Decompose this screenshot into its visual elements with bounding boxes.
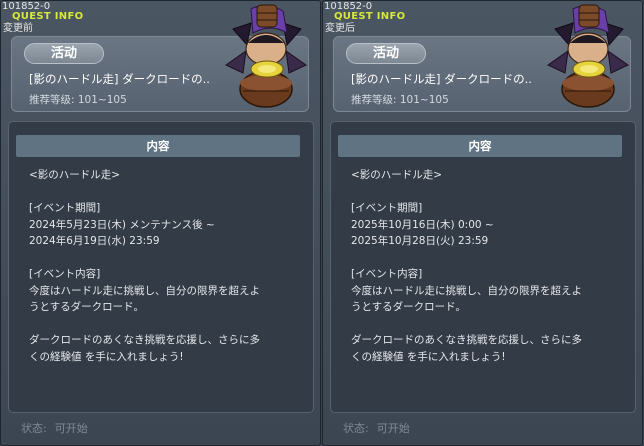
content-body: <影のハードル走> [イベント期間] 2025年10月16日(木) 0:00 ~… — [351, 167, 621, 365]
content-line — [351, 184, 621, 201]
content-line: 2024年5月23日(木) メンテナンス後 ~ — [29, 218, 215, 231]
content-line — [351, 316, 621, 333]
content-line: 今度はハードル走に挑戦し、自分の限界を超えよ — [29, 284, 260, 297]
content-line: <影のハードル走> — [351, 169, 443, 181]
quest-title: [影のハードル走] ダークロードの.. — [351, 72, 532, 86]
content-line: うとするダークロード。 — [351, 301, 466, 313]
content-line: ダークロードのあくなき挑戦を応援し、さらに多 — [351, 334, 582, 346]
quest-content-box: 内容 <影のハードル走> [イベント期間] 2025年10月16日(木) 0:0… — [330, 121, 636, 413]
content-line — [29, 250, 299, 267]
content-line: 今度はハードル走に挑戦し、自分の限界を超えよ — [351, 284, 582, 297]
state-label: 変更后 — [325, 23, 355, 34]
content-line — [351, 250, 621, 267]
quest-info-header: QUEST INFO — [334, 11, 406, 22]
recommended-level: 推荐等级: 101~105 — [351, 94, 449, 106]
content-line: 2025年10月16日(木) 0:00 ~ — [351, 218, 494, 231]
content-line — [29, 184, 299, 201]
content-header: 内容 — [16, 135, 300, 157]
status-value: 可开始 — [54, 422, 88, 435]
content-line: <影のハードル走> — [29, 169, 121, 181]
quest-info-header: QUEST INFO — [12, 11, 84, 22]
quest-info-panel-after: 101852-0 QUEST INFO 変更后 活动 [影のハードル走] ダーク… — [322, 0, 643, 446]
content-header: 内容 — [338, 135, 622, 157]
quest-info-panel-before: 101852-0 QUEST INFO 変更前 活动 [影のハードル走] ダーク… — [0, 0, 321, 446]
status-label: 状态: — [21, 422, 47, 435]
quest-title: [影のハードル走] ダークロードの.. — [29, 72, 210, 86]
dark-lord-npc-icon — [225, 4, 307, 108]
event-tag-badge: 活动 — [24, 43, 104, 64]
content-line: [イベント内容] — [29, 268, 101, 280]
dark-lord-npc-icon — [547, 4, 629, 108]
content-line: [イベント内容] — [351, 268, 423, 280]
content-line: [イベント期間] — [29, 202, 101, 214]
recommended-level: 推荐等级: 101~105 — [29, 94, 127, 106]
quest-status: 状态: 可开始 — [343, 420, 418, 436]
state-label: 変更前 — [3, 23, 33, 34]
content-line — [29, 316, 299, 333]
content-line: 2025年10月28日(火) 23:59 — [351, 235, 489, 247]
content-line: ダークロードのあくなき挑戦を応援し、さらに多 — [29, 334, 260, 346]
event-tag-badge: 活动 — [346, 43, 426, 64]
status-label: 状态: — [343, 422, 369, 435]
status-value: 可开始 — [376, 422, 410, 435]
quest-status: 状态: 可开始 — [21, 420, 96, 436]
content-line: 2024年6月19日(水) 23:59 — [29, 235, 160, 247]
content-line: [イベント期間] — [351, 202, 423, 214]
content-body: <影のハードル走> [イベント期間] 2024年5月23日(木) メンテナンス後… — [29, 167, 299, 365]
content-line: くの経験値 を手に入れましょう! — [351, 350, 506, 363]
content-line: くの経験値 を手に入れましょう! — [29, 350, 184, 363]
quest-content-box: 内容 <影のハードル走> [イベント期間] 2024年5月23日(木) メンテナ… — [8, 121, 314, 413]
content-line: うとするダークロード。 — [29, 301, 144, 313]
